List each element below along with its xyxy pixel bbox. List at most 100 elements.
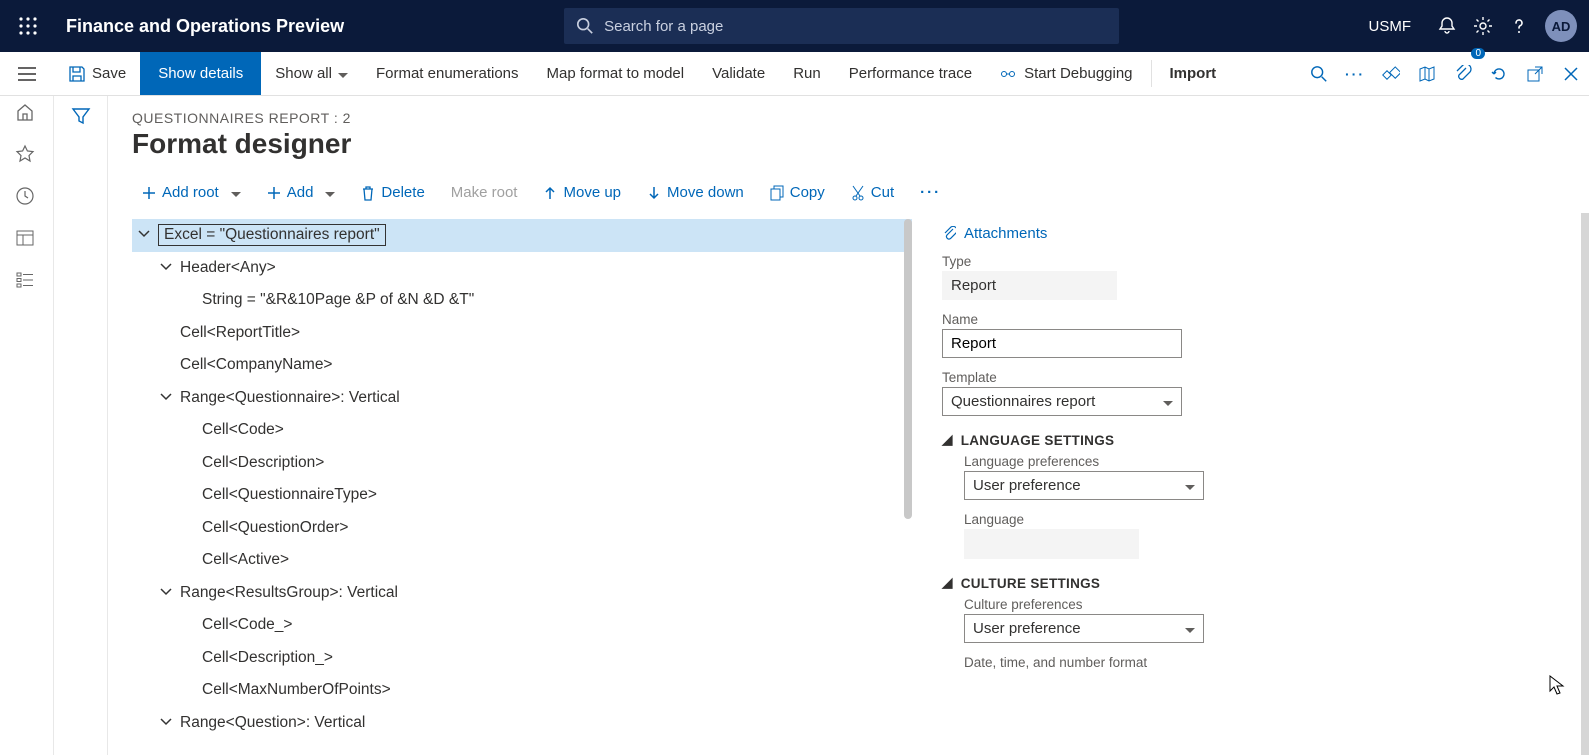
home-icon[interactable] <box>15 102 39 126</box>
attachments-badge: 0 <box>1471 48 1485 59</box>
chevron-down-icon <box>1179 620 1195 637</box>
import-button[interactable]: Import <box>1156 52 1231 95</box>
legal-entity-picker[interactable]: USMF <box>1359 12 1422 41</box>
star-icon[interactable] <box>15 144 39 168</box>
tree-row[interactable]: Range<Question>: Vertical <box>132 707 912 740</box>
cursor-icon <box>1549 675 1565 695</box>
tree-row[interactable]: Cell<ReportTitle> <box>132 317 912 350</box>
expand-icon[interactable] <box>160 586 174 600</box>
action-bar: Save Show details Show all Format enumer… <box>0 52 1589 96</box>
search-input[interactable]: Search for a page <box>564 8 1119 44</box>
add-button[interactable]: Add <box>257 178 346 207</box>
cut-button[interactable]: Cut <box>841 178 904 207</box>
tree-row[interactable]: String = "&R&10Page &P of &N &D &T" <box>132 284 912 317</box>
show-details-label: Show details <box>158 65 243 82</box>
tree-node-label: Cell<MaxNumberOfPoints> <box>202 681 391 699</box>
expand-icon[interactable] <box>138 228 152 242</box>
tree-row[interactable]: Cell<CompanyName> <box>132 349 912 382</box>
culture-settings-section[interactable]: ◢ CULTURE SETTINGS <box>942 575 1539 591</box>
more-actions-icon[interactable]: ··· <box>1337 52 1373 95</box>
tree-row[interactable]: Cell<Code> <box>132 414 912 447</box>
tree-row[interactable]: Cell<Description> <box>132 447 912 480</box>
popout-icon[interactable] <box>1517 52 1553 95</box>
tree-row[interactable]: Range<ResultsGroup>: Vertical <box>132 577 912 610</box>
expand-icon[interactable] <box>160 391 174 405</box>
tree-row[interactable]: Cell<QuestionOrder> <box>132 512 912 545</box>
filter-icon[interactable] <box>71 106 91 755</box>
date-format-label: Date, time, and number format <box>964 655 1539 670</box>
tree-row[interactable]: Cell<Code_> <box>132 609 912 642</box>
content-area: Excel = "Questionnaires report"Header<An… <box>132 213 1589 755</box>
show-details-button[interactable]: Show details <box>140 52 261 95</box>
add-root-button[interactable]: Add root <box>132 178 251 207</box>
tree-row[interactable]: Cell<Description_> <box>132 642 912 675</box>
tree-node-label: Cell<Code> <box>202 421 284 439</box>
separator <box>1151 60 1152 87</box>
tree-panel: Excel = "Questionnaires report"Header<An… <box>132 213 912 755</box>
validate-button[interactable]: Validate <box>698 52 779 95</box>
bell-icon[interactable] <box>1437 16 1457 36</box>
avatar[interactable]: AD <box>1545 10 1577 42</box>
make-root-button: Make root <box>441 178 528 207</box>
expand-icon[interactable] <box>160 261 174 275</box>
run-button[interactable]: Run <box>779 52 835 95</box>
attachments-label: Attachments <box>964 225 1047 242</box>
format-enumerations-button[interactable]: Format enumerations <box>362 52 533 95</box>
tree-row[interactable]: Header<Any> <box>132 252 912 285</box>
name-label: Name <box>942 312 1539 327</box>
show-all-button[interactable]: Show all <box>261 52 362 95</box>
close-icon[interactable] <box>1553 52 1589 95</box>
language-label: Language <box>964 512 1539 527</box>
gear-icon[interactable] <box>1473 16 1493 36</box>
format-tree[interactable]: Excel = "Questionnaires report"Header<An… <box>132 213 912 739</box>
tree-row[interactable]: Cell<MaxNumberOfPoints> <box>132 674 912 707</box>
tree-row[interactable]: Cell<Active> <box>132 544 912 577</box>
template-value: Questionnaires report <box>951 393 1095 410</box>
start-debugging-button[interactable]: Start Debugging <box>986 52 1146 95</box>
culture-pref-select[interactable]: User preference <box>964 614 1204 643</box>
language-settings-section[interactable]: ◢ LANGUAGE SETTINGS <box>942 432 1539 448</box>
tree-row[interactable]: Range<Questionnaire>: Vertical <box>132 382 912 415</box>
search-action-icon[interactable] <box>1301 52 1337 95</box>
move-up-button[interactable]: Move up <box>533 178 631 207</box>
tree-row[interactable]: Excel = "Questionnaires report" <box>132 219 912 252</box>
diamond-icon[interactable] <box>1373 52 1409 95</box>
map-format-button[interactable]: Map format to model <box>533 52 699 95</box>
copy-button[interactable]: Copy <box>760 178 835 207</box>
chevron-down-icon <box>225 184 241 201</box>
map-icon[interactable] <box>1409 52 1445 95</box>
language-pref-label: Language preferences <box>964 454 1539 469</box>
workspaces-icon[interactable] <box>15 228 39 252</box>
waffle-icon[interactable] <box>12 10 44 42</box>
move-down-button[interactable]: Move down <box>637 178 754 207</box>
more-tree-actions[interactable]: ··· <box>910 178 951 207</box>
recent-icon[interactable] <box>15 186 39 210</box>
move-down-label: Move down <box>667 184 744 201</box>
triangle-down-icon: ◢ <box>942 432 953 448</box>
attachments-button[interactable]: Attachments <box>942 225 1539 242</box>
name-input[interactable] <box>942 329 1182 358</box>
tree-node-label: Range<ResultsGroup>: Vertical <box>180 584 398 602</box>
save-button[interactable]: Save <box>54 52 140 95</box>
expand-icon[interactable] <box>160 716 174 730</box>
culture-section-label: CULTURE SETTINGS <box>961 576 1101 591</box>
body: QUESTIONNAIRES REPORT : 2 Format designe… <box>0 96 1589 755</box>
language-pref-select[interactable]: User preference <box>964 471 1204 500</box>
template-label: Template <box>942 370 1539 385</box>
language-value <box>964 529 1139 559</box>
delete-button[interactable]: Delete <box>351 178 434 207</box>
performance-trace-button[interactable]: Performance trace <box>835 52 986 95</box>
attachments-icon[interactable]: 0 <box>1445 52 1481 95</box>
copy-label: Copy <box>790 184 825 201</box>
navpane-toggle[interactable] <box>0 52 54 95</box>
start-debug-label: Start Debugging <box>1024 65 1132 82</box>
help-icon[interactable] <box>1509 16 1529 36</box>
language-pref-value: User preference <box>973 477 1081 494</box>
tree-node-label: Cell<Description_> <box>202 649 333 667</box>
template-select[interactable]: Questionnaires report <box>942 387 1182 416</box>
refresh-icon[interactable] <box>1481 52 1517 95</box>
properties-scrollbar[interactable] <box>1581 213 1589 755</box>
tree-scrollbar[interactable] <box>904 219 912 519</box>
modules-icon[interactable] <box>15 270 39 294</box>
tree-row[interactable]: Cell<QuestionnaireType> <box>132 479 912 512</box>
